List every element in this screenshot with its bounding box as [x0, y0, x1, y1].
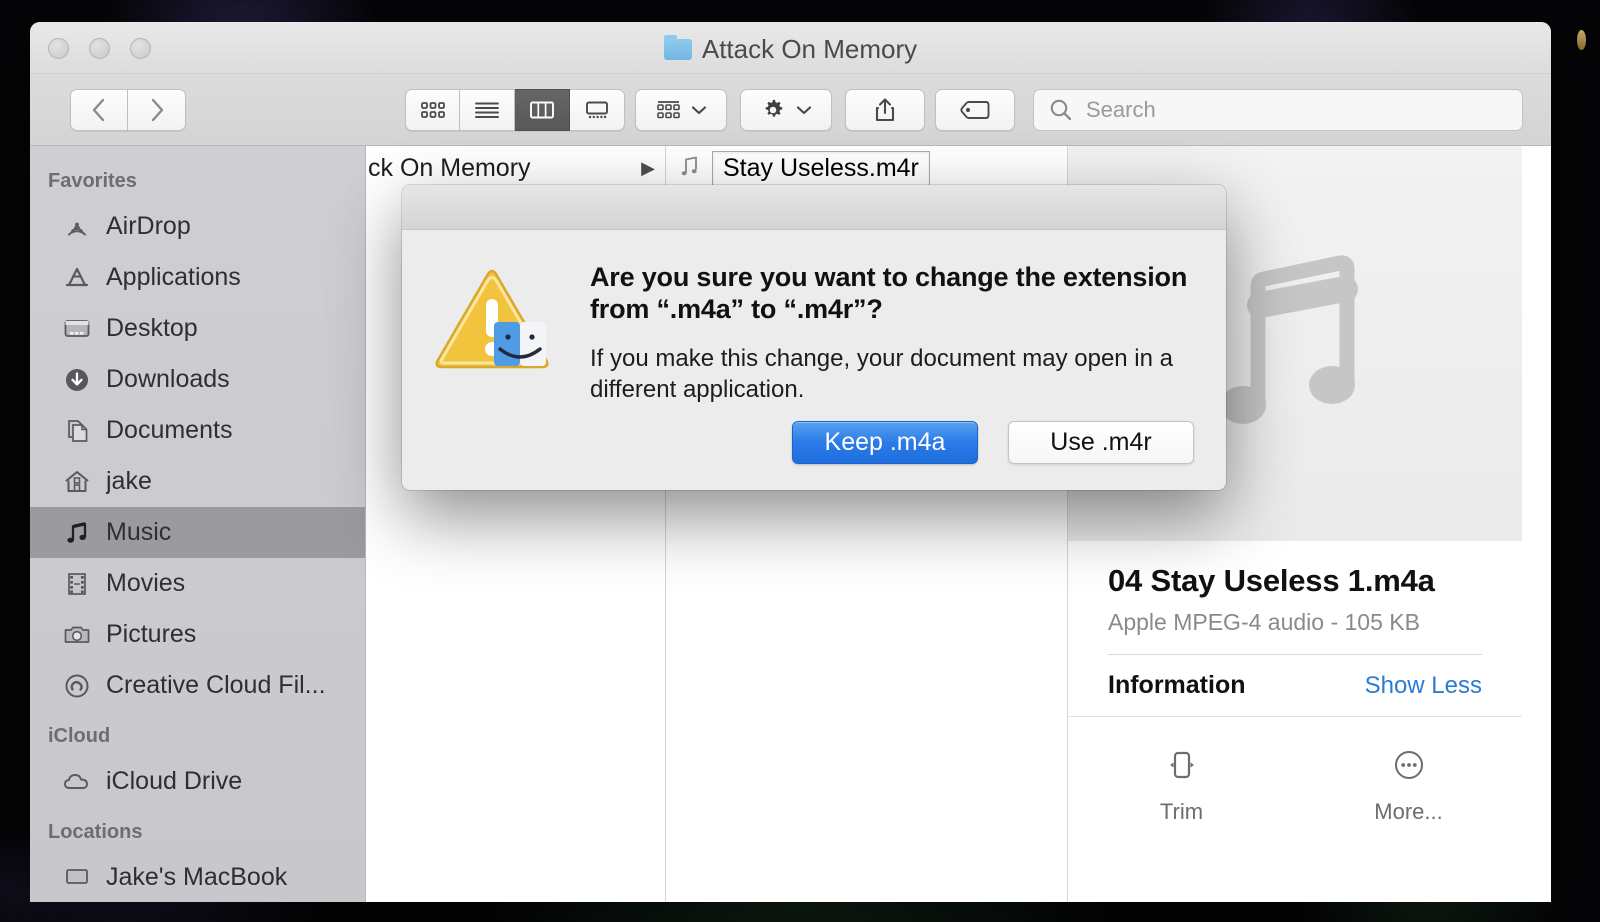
finder-toolbar: Search — [30, 74, 1551, 146]
sidebar-item-label: Documents — [106, 416, 233, 444]
arrange-grid-icon — [656, 101, 680, 119]
more-action-button[interactable]: More... — [1295, 747, 1522, 825]
warning-finder-icon — [432, 256, 560, 490]
dialog-message: If you make this change, your document m… — [590, 344, 1173, 403]
sidebar-item-label: Downloads — [106, 365, 230, 393]
preview-information-title: Information — [1108, 671, 1246, 699]
folder-icon — [663, 35, 692, 60]
search-icon — [1050, 99, 1072, 121]
sidebar-item-pictures[interactable]: Pictures — [30, 609, 365, 660]
share-button[interactable] — [845, 88, 925, 131]
sidebar-item-label: Creative Cloud Fil... — [106, 671, 326, 699]
finder-window: Attack On Memory Search Favorites AirDro… — [30, 22, 1551, 902]
forward-button[interactable] — [128, 88, 186, 131]
navigation-buttons — [70, 88, 186, 131]
sidebar-item-label: AirDrop — [106, 212, 191, 240]
camera-icon — [62, 620, 92, 650]
preview-quick-actions: Trim More... — [1068, 716, 1522, 825]
sidebar-item-label: jake — [106, 467, 152, 495]
sidebar-item-downloads[interactable]: Downloads — [30, 354, 365, 405]
sidebar-item-creative-cloud[interactable]: Creative Cloud Fil... — [30, 660, 365, 711]
column-row-file[interactable]: Stay Useless.m4r — [666, 146, 1067, 190]
dialog-body: Are you sure you want to change the exte… — [402, 230, 1226, 490]
desktop-icon — [62, 314, 92, 344]
home-icon — [62, 467, 92, 497]
dialog-buttons: Keep .m4a Use .m4r — [792, 421, 1194, 464]
downloads-icon — [62, 365, 92, 395]
sidebar-item-jakes-macbook[interactable]: Jake's MacBook — [30, 852, 365, 902]
sidebar-item-label: iCloud Drive — [106, 767, 243, 795]
use-extension-button[interactable]: Use .m4r — [1008, 421, 1194, 464]
share-icon — [875, 97, 895, 121]
sidebar-item-label: Movies — [106, 569, 186, 597]
preview-file-name: 04 Stay Useless 1.m4a — [1108, 563, 1435, 598]
trim-icon — [1169, 751, 1194, 779]
creative-cloud-icon — [62, 671, 92, 701]
sidebar-header-icloud: iCloud — [48, 725, 111, 747]
column-row-label: ck On Memory — [368, 153, 531, 182]
more-action-label: More... — [1374, 799, 1443, 824]
search-field[interactable]: Search — [1033, 89, 1523, 131]
gallery-view-button[interactable] — [570, 88, 625, 131]
view-mode-segmented-control — [405, 88, 625, 131]
music-note-icon — [62, 518, 92, 548]
disclosure-arrow-icon: ▶ — [641, 157, 655, 178]
sidebar-item-movies[interactable]: Movies — [30, 558, 365, 609]
sidebar-header-favorites: Favorites — [48, 170, 137, 192]
sidebar-item-label: Jake's MacBook — [106, 863, 288, 891]
sidebar-item-documents[interactable]: Documents — [30, 405, 365, 456]
chevron-down-icon — [796, 105, 812, 114]
preview-file-kind: Apple MPEG-4 audio - 105 KB — [1108, 609, 1420, 635]
music-note-icon — [678, 153, 704, 183]
extension-change-dialog: Are you sure you want to change the exte… — [402, 185, 1226, 490]
dialog-titlebar — [402, 185, 1226, 230]
show-less-link[interactable]: Show Less — [1365, 672, 1482, 700]
preview-information-header: Information Show Less — [1108, 655, 1482, 716]
filename-rename-input[interactable]: Stay Useless.m4r — [712, 150, 930, 186]
sidebar-item-icloud-drive[interactable]: iCloud Drive — [30, 756, 365, 807]
cloud-icon — [62, 767, 92, 797]
sidebar-item-music[interactable]: Music — [30, 507, 365, 558]
search-placeholder: Search — [1086, 97, 1156, 122]
trim-action-label: Trim — [1159, 799, 1204, 824]
tag-icon — [960, 100, 990, 119]
window-titlebar: Attack On Memory — [30, 22, 1551, 74]
sidebar-item-airdrop[interactable]: AirDrop — [30, 201, 365, 252]
documents-icon — [62, 416, 92, 446]
finder-sidebar: Favorites AirDrop Applications Desktop D… — [30, 146, 366, 902]
column-view-button[interactable] — [515, 88, 570, 131]
window-title: Attack On Memory — [30, 34, 1551, 65]
airdrop-icon — [62, 212, 92, 242]
film-icon — [62, 569, 92, 599]
sidebar-item-label: Pictures — [106, 620, 197, 648]
sidebar-item-label: Desktop — [106, 314, 198, 342]
column-row-folder[interactable]: ck On Memory ▶ — [366, 146, 665, 190]
sidebar-item-label: Applications — [106, 263, 241, 291]
laptop-icon — [62, 863, 92, 893]
sidebar-item-jake[interactable]: jake — [30, 456, 365, 507]
preview-metadata: 04 Stay Useless 1.m4a Apple MPEG-4 audio… — [1068, 541, 1522, 716]
list-view-button[interactable] — [460, 88, 515, 131]
window-title-text: Attack On Memory — [701, 34, 918, 64]
arrange-button[interactable] — [635, 88, 727, 131]
sidebar-item-applications[interactable]: Applications — [30, 252, 365, 303]
action-menu-button[interactable] — [740, 88, 832, 131]
trim-action-button[interactable]: Trim — [1068, 747, 1295, 825]
dialog-heading: Are you sure you want to change the exte… — [590, 262, 1188, 324]
chevron-down-icon — [691, 105, 706, 114]
sidebar-item-label: Music — [106, 518, 172, 546]
sidebar-item-desktop[interactable]: Desktop — [30, 303, 365, 354]
icon-view-button[interactable] — [405, 88, 460, 131]
desktop-artifact — [1577, 30, 1586, 50]
sidebar-header-locations: Locations — [48, 821, 143, 843]
gear-icon — [765, 99, 783, 117]
more-circle-icon — [1394, 751, 1423, 779]
music-note-icon — [1220, 254, 1358, 424]
tags-button[interactable] — [935, 88, 1015, 131]
keep-extension-button[interactable]: Keep .m4a — [792, 421, 978, 464]
applications-icon — [62, 263, 92, 293]
back-button[interactable] — [70, 88, 128, 131]
